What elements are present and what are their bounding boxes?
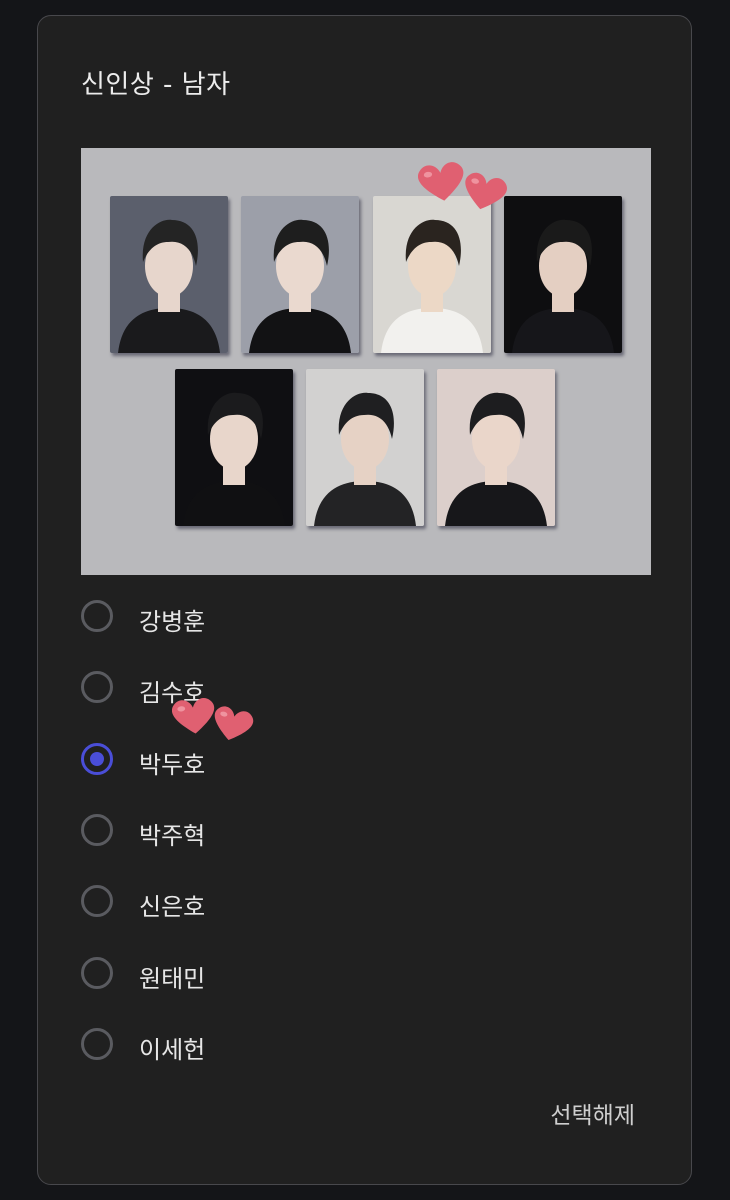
radio-button[interactable] [81,885,113,917]
photo-5 [175,369,293,526]
radio-button[interactable] [81,671,113,703]
photo-7 [437,369,555,526]
card-title: 신인상 - 남자 [81,70,231,100]
radio-button[interactable] [81,1028,113,1060]
option-label: 강병훈 [139,608,206,636]
heart-sticker-icon [418,162,507,210]
photo-3 [373,196,491,353]
heart-sticker-icon [172,698,254,740]
option-label: 박주혁 [139,822,206,850]
option-label: 신은호 [139,893,206,921]
radio-option[interactable]: 신은호 [81,883,381,923]
radio-option[interactable]: 박주혁 [81,812,381,852]
photo-6 [306,369,424,526]
clear-selection-button[interactable]: 선택해제 [550,1096,635,1130]
radio-option[interactable]: 원태민 [81,955,381,995]
radio-button[interactable] [81,957,113,989]
radio-option[interactable]: 이세헌 [81,1026,381,1066]
option-label: 박두호 [139,751,206,779]
photo-1 [110,196,228,353]
option-label: 이세헌 [139,1036,206,1064]
radio-option[interactable]: 강병훈 [81,598,381,638]
radio-button-checked[interactable] [81,743,113,775]
nominee-photo-panel [81,148,651,575]
photo-2 [241,196,359,353]
option-label: 원태민 [139,965,206,993]
radio-button[interactable] [81,814,113,846]
poll-card: 신인상 - 남자 강병훈 김수호 박두호 박주혁 신은호 원태민 이세헌 선택해제 [37,15,692,1185]
radio-button[interactable] [81,600,113,632]
radio-dot [90,752,104,766]
photo-4 [504,196,622,353]
